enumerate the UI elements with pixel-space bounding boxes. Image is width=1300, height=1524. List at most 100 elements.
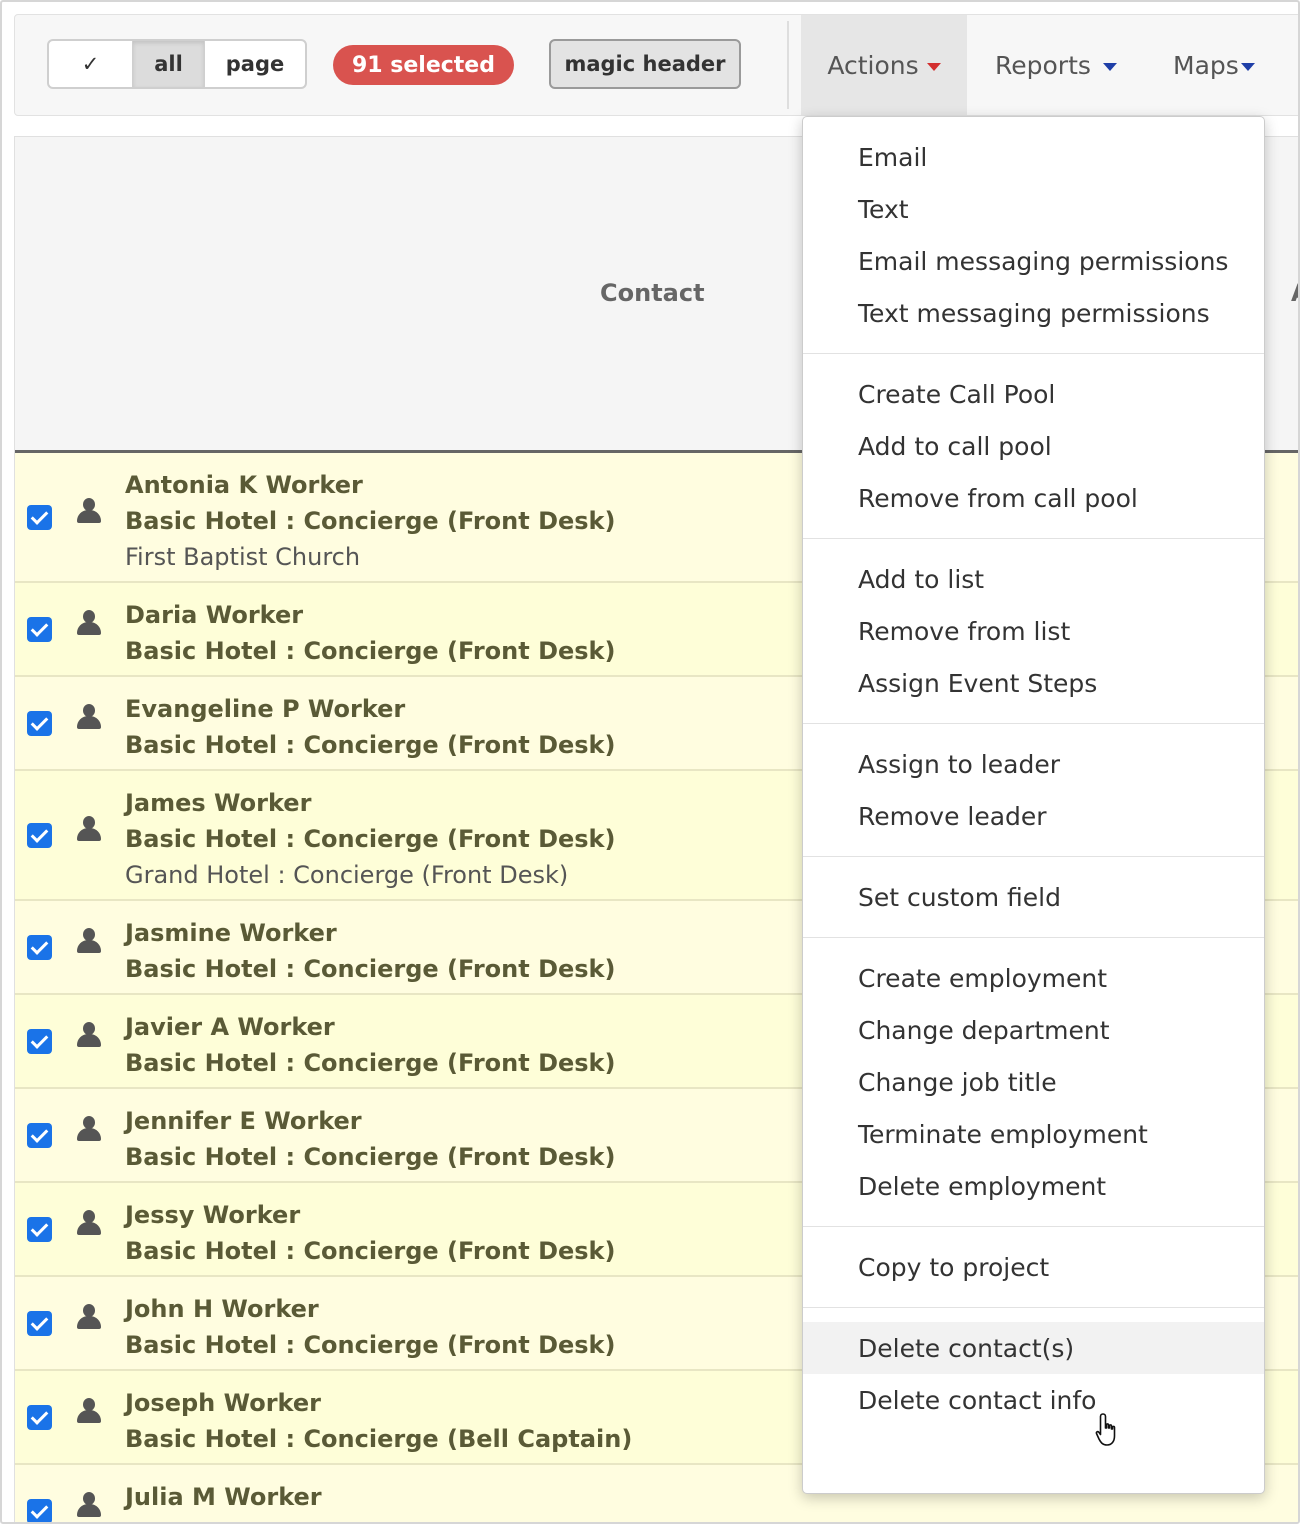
menu-item-delete-employment[interactable]: Delete employment — [803, 1160, 1264, 1212]
menu-item-delete-contact-info[interactable]: Delete contact info — [803, 1374, 1264, 1426]
menu-item-text-messaging-permissions[interactable]: Text messaging permissions — [803, 287, 1264, 339]
contact-secondary-info: Grand Hotel : Concierge (Front Desk) — [125, 861, 569, 889]
contact-info: Javier A Worker Basic Hotel : Concierge (… — [125, 1009, 616, 1081]
menu-item-copy-to-project[interactable]: Copy to project — [803, 1241, 1264, 1293]
menu-item-add-to-list[interactable]: Add to list — [803, 553, 1264, 605]
row-checkbox[interactable] — [27, 823, 52, 848]
actions-menu-button[interactable]: Actions — [801, 15, 967, 115]
magic-header-button[interactable]: magic header — [549, 39, 741, 89]
row-checkbox[interactable] — [27, 1405, 52, 1430]
contact-name[interactable]: Evangeline P Worker — [125, 691, 616, 727]
maps-menu-button[interactable]: Maps — [1173, 15, 1255, 115]
toolbar-divider — [787, 21, 789, 109]
actions-menu-label: Actions — [827, 50, 919, 80]
menu-item-assign-event-steps[interactable]: Assign Event Steps — [803, 657, 1264, 709]
menu-group: Create employment Change department Change… — [803, 938, 1264, 1227]
row-checkbox[interactable] — [27, 617, 52, 642]
menu-item-remove-leader[interactable]: Remove leader — [803, 790, 1264, 842]
hand-pointer-cursor-icon — [1095, 1413, 1116, 1446]
row-checkbox[interactable] — [27, 935, 52, 960]
contact-employment: Basic Hotel : Concierge (Front Desk) — [125, 1049, 616, 1077]
menu-group: Email Text Email messaging permissions Text… — [803, 117, 1264, 354]
person-icon — [77, 1398, 101, 1424]
menu-group: Create Call Pool Add to call pool Remove f… — [803, 354, 1264, 539]
contact-employment: Basic Hotel : Concierge (Front Desk) — [125, 1331, 616, 1359]
row-checkbox[interactable] — [27, 1499, 52, 1522]
menu-group: Copy to project — [803, 1227, 1264, 1308]
app-frame: ✓ all page 91 selected magic header Acti… — [0, 0, 1300, 1524]
contact-employment: Basic Hotel : Concierge (Front Desk) — [125, 507, 616, 535]
menu-item-email-messaging-permissions[interactable]: Email messaging permissions — [803, 235, 1264, 287]
contact-employment: Basic Hotel : Concierge (Front Desk) — [125, 825, 616, 853]
contact-info: Evangeline P Worker Basic Hotel : Concier… — [125, 691, 616, 763]
row-checkbox[interactable] — [27, 1029, 52, 1054]
person-icon — [77, 1304, 101, 1330]
select-page-button[interactable]: page — [205, 41, 305, 87]
contact-name[interactable]: Julia M Worker — [125, 1479, 616, 1515]
row-checkbox[interactable] — [27, 505, 52, 530]
person-icon — [77, 1210, 101, 1236]
menu-group: Assign to leader Remove leader — [803, 724, 1264, 857]
menu-item-set-custom-field[interactable]: Set custom field — [803, 871, 1264, 923]
person-icon — [77, 610, 101, 636]
menu-group: Delete contact(s) Delete contact info — [803, 1308, 1264, 1440]
reports-menu-label: Reports — [995, 50, 1091, 80]
menu-item-change-job-title[interactable]: Change job title — [803, 1056, 1264, 1108]
contact-name[interactable]: Javier A Worker — [125, 1009, 616, 1045]
contact-info: Jennifer E Worker Basic Hotel : Concierge… — [125, 1103, 616, 1175]
select-mode-segmented-control: ✓ all page — [47, 39, 307, 89]
contact-info: Jasmine Worker Basic Hotel : Concierge (F… — [125, 915, 616, 987]
contact-name[interactable]: Daria Worker — [125, 597, 616, 633]
menu-item-remove-from-list[interactable]: Remove from list — [803, 605, 1264, 657]
row-checkbox[interactable] — [27, 1123, 52, 1148]
contact-employment: Basic Hotel : Concierge (Front Desk) — [125, 1143, 616, 1171]
row-checkbox[interactable] — [27, 1217, 52, 1242]
contact-info: Joseph Worker Basic Hotel : Concierge (Be… — [125, 1385, 632, 1457]
column-header-truncated[interactable]: A — [1291, 279, 1298, 307]
contact-name[interactable]: Jasmine Worker — [125, 915, 616, 951]
select-all-button[interactable]: all — [133, 41, 205, 87]
person-icon — [77, 704, 101, 730]
contact-name[interactable]: Jennifer E Worker — [125, 1103, 616, 1139]
contact-name[interactable]: James Worker — [125, 785, 616, 821]
menu-item-terminate-employment[interactable]: Terminate employment — [803, 1108, 1264, 1160]
caret-down-icon — [1240, 63, 1255, 71]
contact-info: Antonia K Worker Basic Hotel : Concierge … — [125, 467, 616, 575]
contact-employment: Basic Hotel : Concierge (Front Desk) — [125, 731, 616, 759]
menu-item-remove-from-call-pool[interactable]: Remove from call pool — [803, 472, 1264, 524]
select-check-button[interactable]: ✓ — [49, 41, 133, 87]
contact-name[interactable]: Antonia K Worker — [125, 467, 616, 503]
contact-info: Julia M WorkerBasic Hotel : Concierge (F… — [125, 1479, 616, 1522]
menu-item-email[interactable]: Email — [803, 131, 1264, 183]
contact-employment: Basic Hotel : Concierge (Front Desk) — [125, 637, 616, 665]
maps-menu-label: Maps — [1173, 50, 1239, 80]
selection-toolbar: ✓ all page 91 selected magic header Acti… — [14, 14, 1298, 116]
contact-info: Jessy Worker Basic Hotel : Concierge (Fro… — [125, 1197, 616, 1269]
person-icon — [77, 928, 101, 954]
menu-item-assign-to-leader[interactable]: Assign to leader — [803, 738, 1264, 790]
selected-count-badge: 91 selected — [333, 45, 514, 85]
column-header-contact[interactable]: Contact — [600, 279, 705, 307]
menu-item-create-call-pool[interactable]: Create Call Pool — [803, 368, 1264, 420]
contact-employment: Basic Hotel : Concierge (Front Desk) — [125, 955, 616, 983]
contact-name[interactable]: Joseph Worker — [125, 1385, 632, 1421]
menu-item-create-employment[interactable]: Create employment — [803, 952, 1264, 1004]
person-icon — [77, 1022, 101, 1048]
caret-down-icon — [926, 63, 941, 71]
menu-item-add-to-call-pool[interactable]: Add to call pool — [803, 420, 1264, 472]
menu-item-delete-contact-s[interactable]: Delete contact(s) — [803, 1322, 1264, 1374]
contact-employment: Basic Hotel : Concierge (Front Desk) — [125, 1515, 616, 1522]
person-icon — [77, 816, 101, 842]
contact-name[interactable]: John H Worker — [125, 1291, 616, 1327]
menu-item-change-department[interactable]: Change department — [803, 1004, 1264, 1056]
row-checkbox[interactable] — [27, 711, 52, 736]
contact-employment: Basic Hotel : Concierge (Bell Captain) — [125, 1425, 633, 1453]
contact-info: Daria Worker Basic Hotel : Concierge (Fro… — [125, 597, 616, 669]
reports-menu-button[interactable]: Reports — [995, 15, 1117, 115]
actions-dropdown-menu: Email Text Email messaging permissions Text… — [802, 116, 1265, 1494]
person-icon — [77, 1492, 101, 1518]
row-checkbox[interactable] — [27, 1311, 52, 1336]
menu-item-text[interactable]: Text — [803, 183, 1264, 235]
contact-name[interactable]: Jessy Worker — [125, 1197, 616, 1233]
contact-info: John H Worker Basic Hotel : Concierge (Fr… — [125, 1291, 616, 1363]
